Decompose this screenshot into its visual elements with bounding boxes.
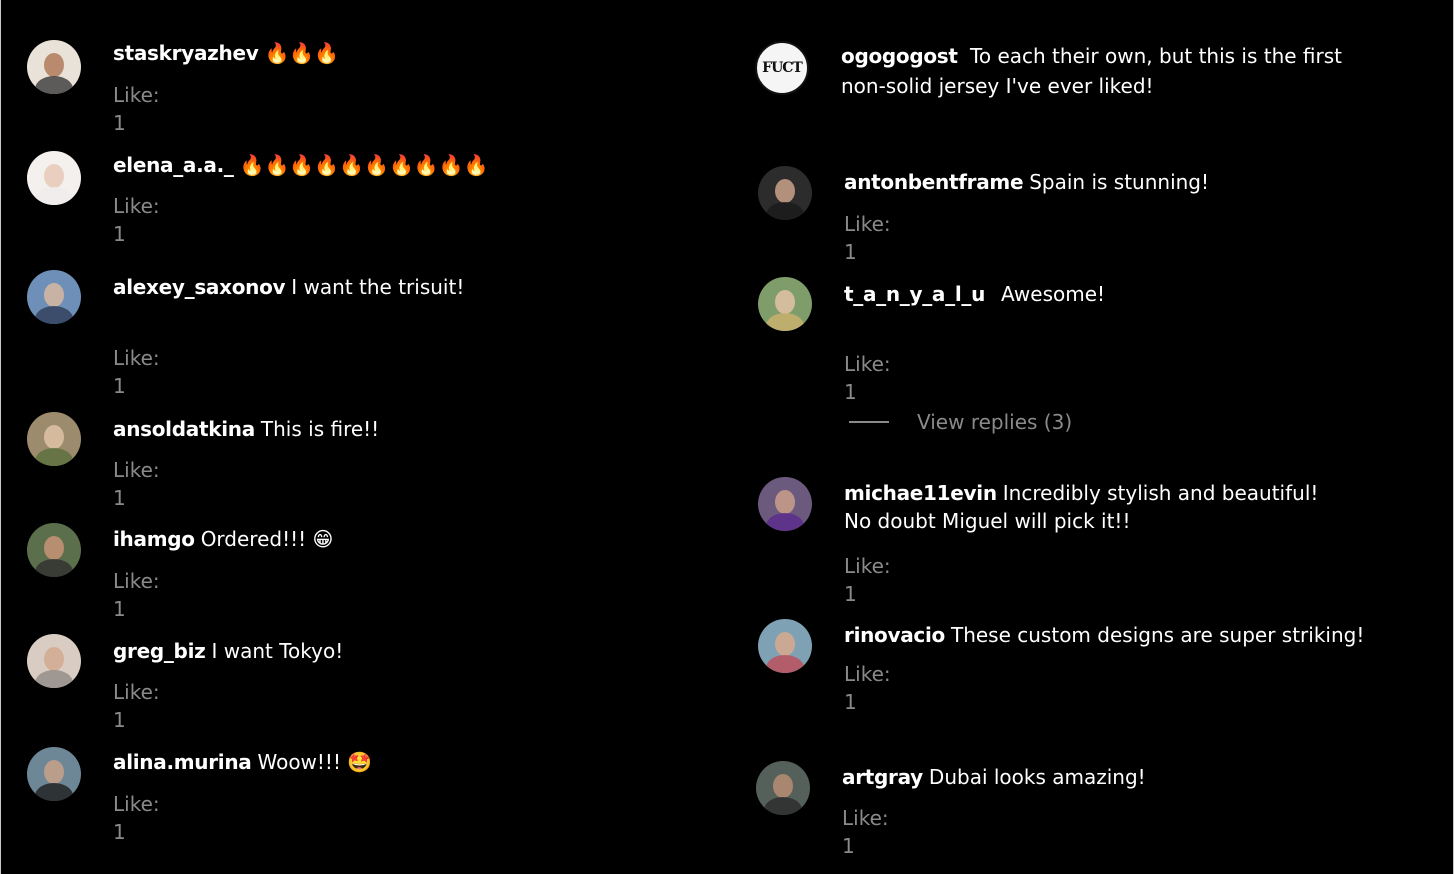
comment-text: Spain is stunning! [1029,170,1210,194]
comment-text: These custom designs are super striking! [950,623,1365,647]
view-replies-label: View replies (3) [917,410,1073,434]
comment-username[interactable]: alina.murina [113,750,252,774]
comment-username[interactable]: ansoldatkina [113,417,255,441]
avatar[interactable] [27,523,81,577]
comment-username[interactable]: antonbentframe [844,170,1024,194]
avatar[interactable] [27,747,81,801]
comment-username[interactable]: alexey_saxonov [113,275,286,299]
comment-username[interactable]: staskryazhev [113,41,259,65]
like-count[interactable]: Like: 1 [113,192,160,248]
avatar[interactable] [27,634,81,688]
like-count[interactable]: Like: 1 [844,350,891,406]
like-count[interactable]: Like: 1 [113,344,160,400]
like-count[interactable]: Like: 1 [113,790,160,846]
like-count[interactable]: Like: 1 [842,804,889,860]
grin-emoji-icon: 😁 [312,527,334,551]
like-count[interactable]: Like: 1 [844,660,891,716]
comment-username[interactable]: ogogogost [841,44,958,68]
avatar[interactable] [758,477,812,531]
like-count[interactable]: Like: 1 [113,456,160,512]
like-count[interactable]: Like: 1 [844,210,891,266]
avatar[interactable] [27,412,81,466]
comment-username[interactable]: artgray [842,765,923,789]
replies-divider-line [849,421,889,423]
avatar[interactable] [27,151,81,205]
comment-text: This is fire!! [260,417,380,441]
like-count[interactable]: Like: 1 [113,81,160,137]
fire-emoji-icon: 🔥🔥🔥🔥🔥🔥🔥🔥🔥🔥 [239,153,489,177]
avatar[interactable] [758,619,812,673]
brand-logo: FUCT [762,60,803,76]
avatar[interactable]: FUCT [755,41,809,95]
like-count[interactable]: Like: 1 [844,552,891,608]
comment-text: I want Tokyo! [211,639,344,663]
view-replies-button[interactable]: View replies (3) [849,410,1072,434]
comment-username[interactable]: ihamgo [113,527,195,551]
frame-edge-left [0,0,1,874]
comment-username[interactable]: greg_biz [113,639,206,663]
avatar[interactable] [758,277,812,331]
avatar[interactable] [27,270,81,324]
avatar[interactable] [758,166,812,220]
comment-username[interactable]: t_a_n_y_a_l_u [844,282,985,306]
comment-username[interactable]: elena_a.a._ [113,153,234,177]
comment-username[interactable]: michae11evin [844,481,997,505]
comment-text: Awesome! [1001,282,1106,306]
comment-text: Dubai looks amazing! [928,765,1146,789]
avatar[interactable] [756,761,810,815]
comment-text: Woow!!! [257,750,341,774]
like-count[interactable]: Like: 1 [113,678,160,734]
comment-text: I want the trisuit! [291,275,465,299]
fire-emoji-icon: 🔥🔥🔥 [264,41,340,65]
avatar[interactable] [27,40,81,94]
like-count[interactable]: Like: 1 [113,567,160,623]
comment-text: Ordered!!! [200,527,307,551]
comment-username[interactable]: rinovacio [844,623,945,647]
star-struck-emoji-icon: 🤩 [347,750,373,774]
